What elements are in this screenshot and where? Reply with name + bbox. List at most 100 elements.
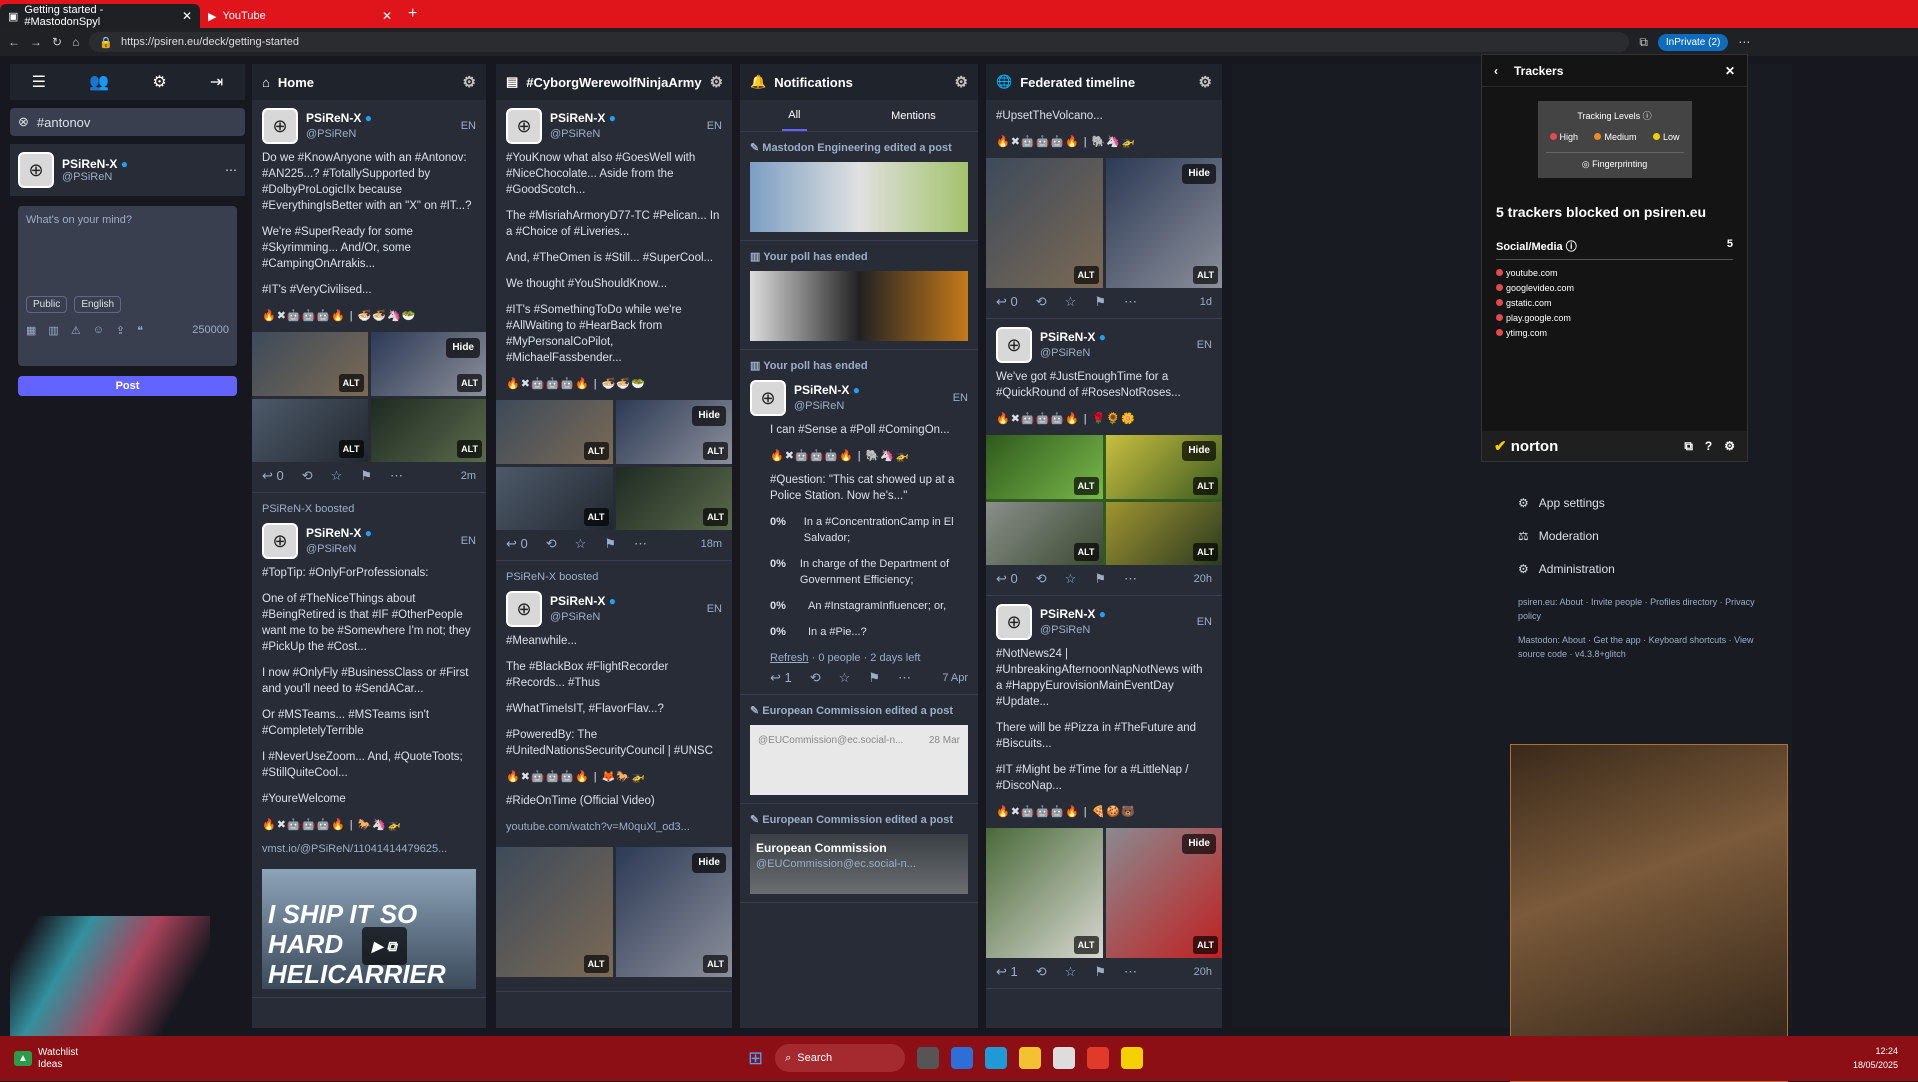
reply-button[interactable]: ↩ 0: [996, 571, 1018, 587]
author-name[interactable]: PSiReN-X: [306, 111, 361, 125]
avatar[interactable]: ⊕: [750, 380, 786, 416]
instance-footer[interactable]: psiren.eu: About · Invite people · Profi…: [1518, 595, 1772, 623]
alt-badge[interactable]: ALT: [583, 955, 609, 973]
status[interactable]: PSiReN-X boosted ⊕ PSiReN-X ● @PSiReN EN…: [496, 561, 732, 992]
visibility-button[interactable]: Public: [26, 296, 68, 313]
system-clock[interactable]: 12:24 18/05/2025: [1853, 1044, 1898, 1072]
play-icon[interactable]: ▶ ⧉: [362, 927, 407, 965]
share-icon[interactable]: ⇪: [116, 324, 125, 337]
moderation-link[interactable]: ⚖ Moderation: [1518, 529, 1772, 543]
hamburger-icon[interactable]: ☰: [32, 72, 46, 92]
status-time[interactable]: 18m: [701, 536, 722, 552]
favourite-icon[interactable]: ☆: [331, 468, 343, 484]
hide-media-button[interactable]: Hide: [1182, 834, 1216, 854]
media-item[interactable]: Hide ALT: [615, 400, 732, 464]
tab-youtube[interactable]: ▶ YouTube ✕: [200, 4, 400, 28]
author-name[interactable]: PSiReN-X: [1040, 330, 1095, 344]
alt-badge[interactable]: ALT: [1193, 543, 1218, 561]
media-item[interactable]: ALT: [986, 501, 1103, 565]
administration-link[interactable]: ⚙ Administration: [1518, 562, 1772, 576]
bookmark-icon[interactable]: ⚑: [1094, 964, 1106, 980]
watchlist-widget[interactable]: ▲ Watchlist Ideas: [14, 1047, 78, 1071]
external-link-icon[interactable]: ⧉: [1684, 439, 1693, 454]
notification[interactable]: ✎ European Commission edited a post @EUC…: [740, 695, 978, 804]
url-field[interactable]: 🔒 https://psiren.eu/deck/getting-started: [89, 32, 1630, 52]
status-link[interactable]: youtube.com/watch?v=M0quXl_od3...: [506, 819, 722, 835]
tab-getting-started[interactable]: ▣ Getting started - #MastodonSpyl ✕: [0, 4, 200, 28]
more-icon[interactable]: ⋯: [898, 670, 911, 686]
windows-start-icon[interactable]: ⊞: [748, 1048, 763, 1069]
status[interactable]: ⊕ PSiReN-X ● @PSiReN EN Do we #KnowAnyon…: [252, 100, 486, 493]
explorer-icon[interactable]: [1019, 1047, 1042, 1069]
hide-media-button[interactable]: Hide: [692, 853, 726, 873]
media-item[interactable]: ALT: [986, 435, 1103, 499]
notification-preview[interactable]: European Commission @EUCommission@ec.soc…: [750, 834, 968, 894]
people-icon[interactable]: 👥: [89, 72, 109, 92]
norton-icon[interactable]: [1121, 1047, 1144, 1069]
alt-badge[interactable]: ALT: [703, 508, 728, 526]
media-item[interactable]: ALT: [986, 828, 1103, 958]
media-gallery[interactable]: ALT Hide ALT: [496, 847, 732, 977]
status-time[interactable]: 2m: [461, 468, 476, 484]
alt-badge[interactable]: ALT: [583, 508, 609, 526]
media-item[interactable]: ALT: [1105, 501, 1222, 565]
favourite-icon[interactable]: ☆: [1065, 294, 1077, 310]
media-item[interactable]: ALT: [615, 466, 732, 530]
logout-icon[interactable]: ⇥: [210, 72, 223, 92]
alt-badge[interactable]: ALT: [1193, 936, 1218, 954]
media-item[interactable]: ALT: [986, 158, 1103, 288]
bookmark-icon[interactable]: ⚑: [1094, 571, 1106, 587]
alt-badge[interactable]: ALT: [703, 441, 728, 460]
author-name[interactable]: PSiReN-X: [306, 526, 361, 540]
alt-badge[interactable]: ALT: [703, 955, 728, 973]
author-name[interactable]: PSiReN-X: [550, 111, 605, 125]
store-icon[interactable]: [1053, 1047, 1076, 1069]
status-time[interactable]: 20h: [1194, 571, 1212, 587]
alt-badge[interactable]: ALT: [338, 440, 364, 458]
media-gallery[interactable]: ALT Hide ALT ALT ALT: [986, 435, 1222, 565]
help-icon[interactable]: ?: [1705, 439, 1712, 454]
inprivate-badge[interactable]: InPrivate (2): [1657, 33, 1729, 51]
more-icon[interactable]: ⋯: [634, 536, 647, 552]
tracker-category[interactable]: Social/Media ⓘ 5: [1496, 238, 1733, 260]
status-time[interactable]: 1d: [1200, 294, 1212, 310]
column-settings-icon[interactable]: ⚙: [955, 73, 968, 91]
media-item[interactable]: ALT: [496, 466, 613, 530]
back-icon[interactable]: ‹: [1494, 64, 1498, 78]
search-chip[interactable]: ⊗ #antonov: [10, 108, 245, 136]
back-icon[interactable]: ←: [8, 35, 20, 49]
reply-button[interactable]: ↩ 1: [770, 670, 792, 686]
alt-badge[interactable]: ALT: [338, 373, 364, 392]
menu-icon[interactable]: ⋯: [1738, 35, 1750, 49]
edge-icon[interactable]: [985, 1047, 1008, 1069]
warning-icon[interactable]: ⚠: [71, 324, 81, 337]
status[interactable]: ⊕ PSiReN-X ● @PSiReN EN We've got #JustE…: [986, 319, 1222, 596]
favourite-icon[interactable]: ☆: [1065, 571, 1077, 587]
media-gallery[interactable]: ALT Hide ALT: [986, 828, 1222, 958]
author-name[interactable]: PSiReN-X: [1040, 607, 1095, 621]
media-item[interactable]: Hide ALT: [615, 847, 732, 977]
hide-media-button[interactable]: Hide: [1182, 441, 1216, 461]
reload-icon[interactable]: ↻: [52, 35, 62, 49]
outlook-icon[interactable]: [951, 1047, 974, 1069]
app-settings-link[interactable]: ⚙ App settings: [1518, 496, 1772, 510]
close-icon[interactable]: ✕: [1725, 64, 1735, 78]
alt-badge[interactable]: ALT: [1073, 936, 1099, 954]
favourite-icon[interactable]: ☆: [839, 670, 851, 686]
notification[interactable]: ▥ Your poll has ended ⊕ PSiReN-X ● @PSiR…: [740, 350, 978, 695]
boost-icon[interactable]: ⟲: [302, 468, 313, 484]
avatar[interactable]: ⊕: [262, 108, 298, 144]
alt-badge[interactable]: ALT: [1193, 476, 1218, 495]
column-header[interactable]: 🌐 Federated timeline ⚙: [986, 64, 1222, 100]
alt-badge[interactable]: ALT: [1193, 266, 1218, 284]
avatar[interactable]: ⊕: [262, 523, 298, 559]
media-item[interactable]: ALT: [496, 847, 613, 977]
tab-all[interactable]: All: [782, 101, 807, 131]
status[interactable]: ⊕ PSiReN-X ● @PSiReN EN #NotNews24 | #Un…: [986, 596, 1222, 989]
column-settings-icon[interactable]: ⚙: [710, 73, 723, 91]
poll-icon[interactable]: ▥: [48, 324, 58, 337]
mastodon-footer[interactable]: Mastodon: About · Get the app · Keyboard…: [1518, 633, 1772, 661]
language-button[interactable]: English: [74, 296, 122, 313]
alt-badge[interactable]: ALT: [1073, 476, 1099, 495]
media-item[interactable]: ALT: [252, 398, 368, 462]
